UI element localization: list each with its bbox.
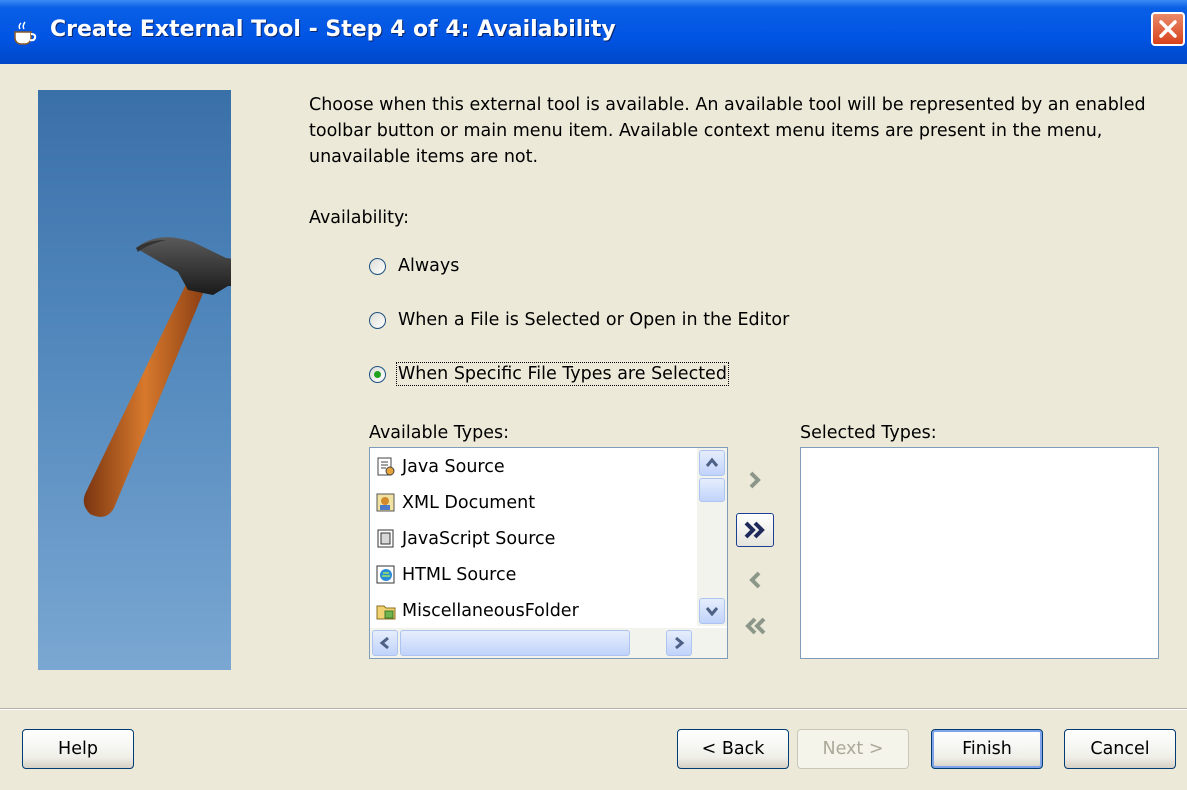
radio-label: Always [398, 256, 460, 276]
list-item-label: JavaScript Source [402, 529, 556, 549]
list-item-label: Java Source [402, 457, 505, 477]
scroll-left-button[interactable] [372, 630, 398, 656]
remove-button[interactable] [736, 563, 774, 597]
scroll-thumb[interactable] [699, 478, 725, 502]
selected-types-label: Selected Types: [800, 423, 937, 443]
java-source-icon [377, 457, 395, 476]
close-icon [1159, 20, 1177, 38]
back-button[interactable]: < Back [677, 729, 789, 769]
scroll-up-button[interactable] [699, 450, 725, 476]
radio-file-selected-or-open[interactable]: When a File is Selected or Open in the E… [369, 307, 789, 333]
scroll-down-button[interactable] [699, 598, 725, 624]
selected-types-list[interactable] [800, 447, 1159, 659]
remove-all-button[interactable] [736, 609, 774, 643]
radio-button-selected[interactable] [369, 365, 386, 383]
help-button[interactable]: Help [22, 729, 134, 769]
available-types-label: Available Types: [369, 423, 509, 443]
list-item[interactable]: HTML Source [376, 559, 516, 591]
available-types-list[interactable]: Java Source XML Document JavaScript Sour… [369, 447, 728, 659]
cancel-button[interactable]: Cancel [1064, 729, 1176, 769]
next-button[interactable]: Next > [797, 729, 909, 769]
double-chevron-left-icon [745, 617, 766, 635]
horizontal-scrollbar[interactable] [370, 628, 727, 658]
add-all-button[interactable] [736, 513, 774, 547]
xml-document-icon [376, 493, 395, 512]
close-button[interactable] [1151, 12, 1185, 46]
chevron-left-icon [749, 571, 761, 589]
list-item-label: HTML Source [402, 565, 517, 585]
radio-button[interactable] [369, 311, 386, 329]
chevron-left-icon [379, 636, 389, 650]
window-title: Create External Tool - Step 4 of 4: Avai… [50, 17, 616, 42]
scroll-thumb[interactable] [400, 630, 630, 656]
title-bar[interactable]: Create External Tool - Step 4 of 4: Avai… [0, 0, 1187, 64]
radio-always[interactable]: Always [369, 253, 459, 279]
html-source-icon [376, 565, 395, 584]
radio-specific-file-types[interactable]: When Specific File Types are Selected [369, 361, 729, 387]
finish-button[interactable]: Finish [931, 729, 1043, 769]
chevron-down-icon [705, 607, 719, 617]
radio-button[interactable] [369, 257, 386, 275]
radio-label: When Specific File Types are Selected [396, 362, 729, 386]
list-item[interactable]: MiscellaneousFolder [376, 595, 579, 627]
coffee-cup-icon [14, 21, 37, 45]
radio-label: When a File is Selected or Open in the E… [398, 310, 790, 330]
hammer-icon [83, 237, 231, 517]
intro-text: Choose when this external tool is availa… [309, 95, 1146, 167]
availability-label: Availability: [309, 208, 410, 228]
chevron-up-icon [705, 457, 719, 467]
double-chevron-right-icon [744, 521, 765, 539]
scroll-right-button[interactable] [666, 630, 692, 656]
vertical-scrollbar[interactable] [697, 448, 727, 626]
list-item[interactable]: JavaScript Source [376, 523, 555, 555]
button-divider [0, 708, 1187, 710]
chevron-right-icon [749, 471, 761, 489]
list-item-label: XML Document [402, 493, 536, 513]
chevron-right-icon [675, 636, 685, 650]
folder-icon [376, 605, 396, 620]
list-item-label: MiscellaneousFolder [402, 601, 579, 621]
list-item[interactable]: XML Document [376, 487, 535, 519]
javascript-source-icon [377, 529, 394, 548]
list-item[interactable]: Java Source [376, 451, 505, 483]
add-button[interactable] [736, 463, 774, 497]
